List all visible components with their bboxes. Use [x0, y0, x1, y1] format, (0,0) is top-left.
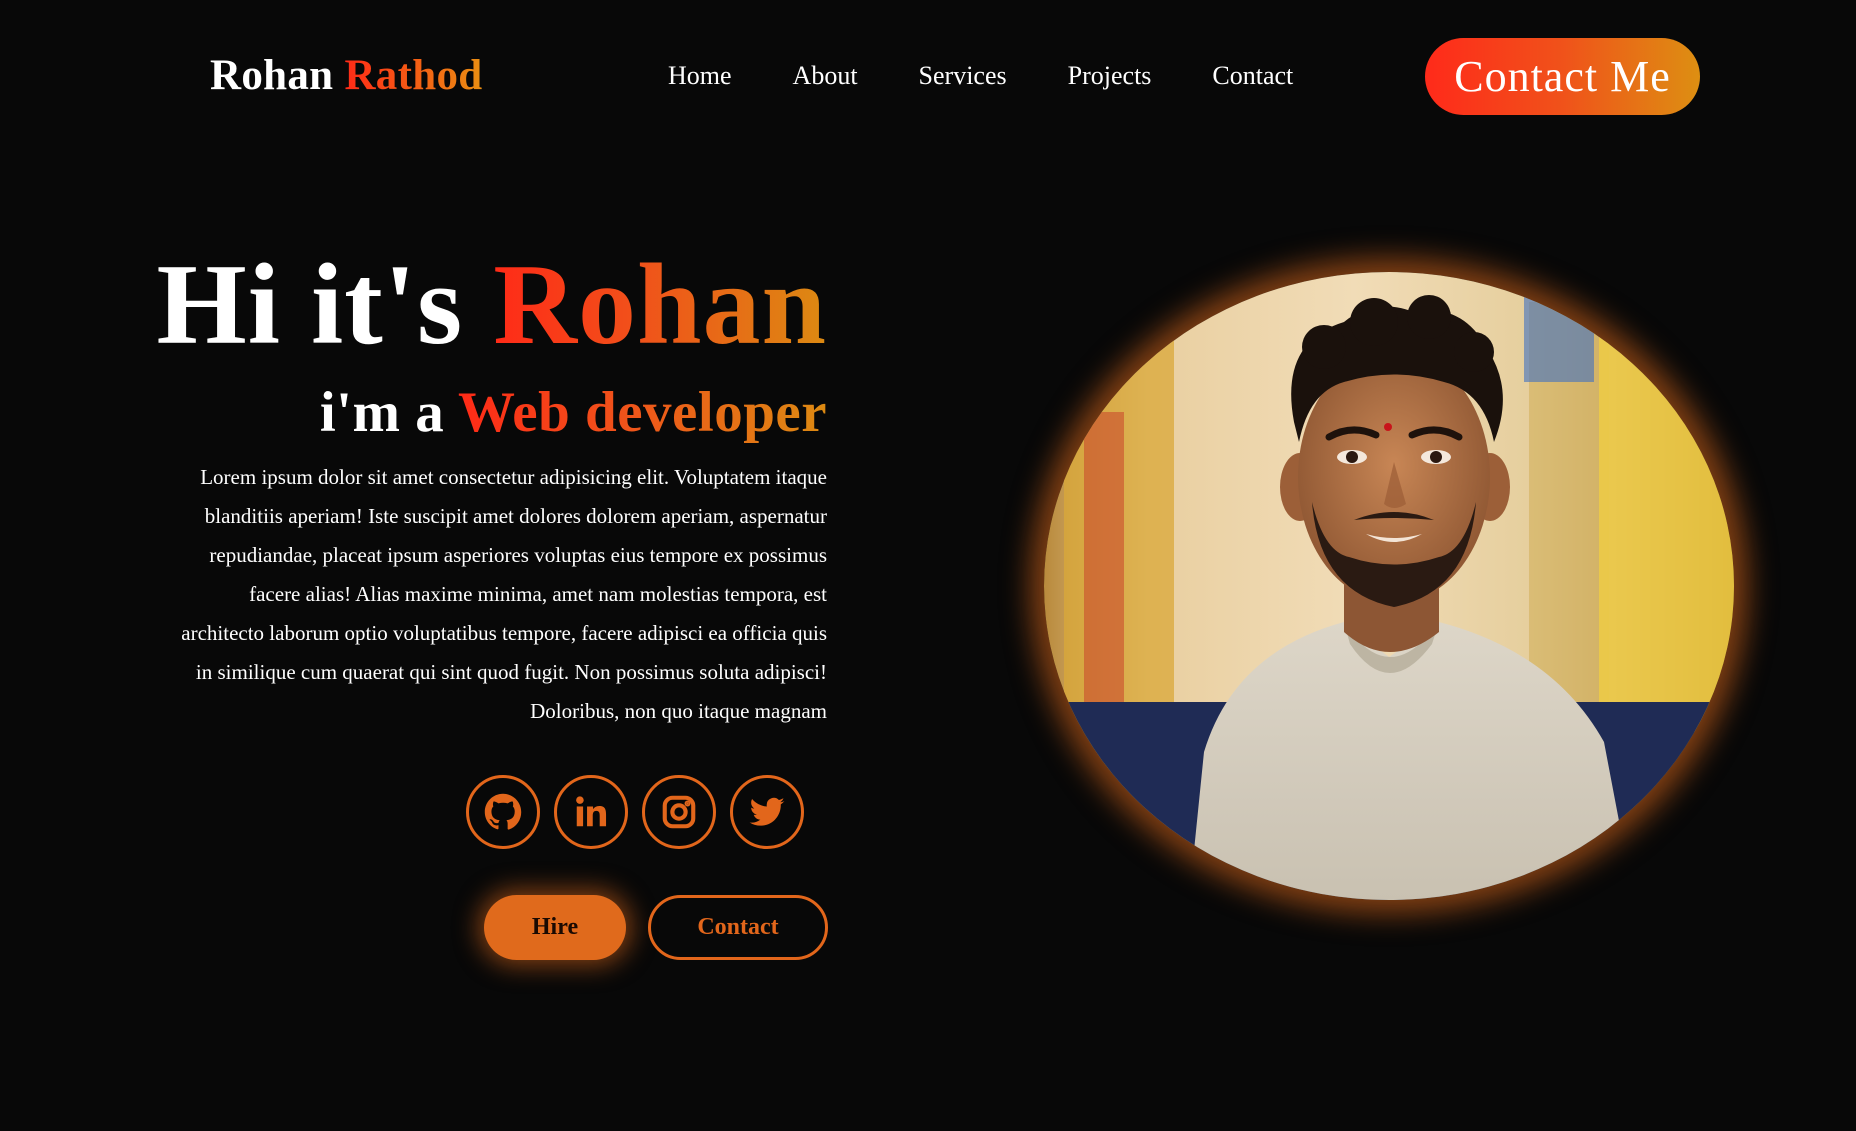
nav-contact-link[interactable]: Contact	[1212, 58, 1293, 94]
hero-description: Lorem ipsum dolor sit amet consectetur a…	[181, 465, 827, 723]
nav-home-link[interactable]: Home	[668, 58, 732, 94]
linkedin-link[interactable]	[554, 775, 628, 849]
profile-photo	[1044, 272, 1734, 900]
logo-last-name: Rathod	[344, 52, 483, 99]
portfolio-page: Rohan Rathod Home About Services Project…	[0, 0, 1856, 1131]
site-logo[interactable]: Rohan Rathod	[210, 50, 482, 102]
logo-first-name: Rohan	[210, 52, 334, 99]
nav-services-link[interactable]: Services	[919, 58, 1007, 94]
hero-subtitle-role: Web developer	[457, 381, 827, 444]
hire-button[interactable]: Hire	[484, 895, 626, 960]
github-icon	[484, 793, 522, 831]
linkedin-icon	[572, 793, 610, 831]
hero-title-prefix: Hi it's	[156, 241, 464, 369]
nav-projects-link[interactable]: Projects	[1068, 58, 1152, 94]
twitter-link[interactable]	[730, 775, 804, 849]
twitter-icon	[748, 793, 786, 831]
contact-button[interactable]: Contact	[648, 895, 828, 960]
instagram-icon	[660, 793, 698, 831]
hero-title-name: Rohan	[493, 241, 827, 369]
instagram-link[interactable]	[642, 775, 716, 849]
main-nav: Home About Services Projects Contact	[668, 58, 1293, 94]
nav-about-link[interactable]: About	[793, 58, 858, 94]
hero-subtitle-prefix: i'm a	[319, 381, 445, 444]
profile-photo-image	[1044, 272, 1734, 900]
social-links	[466, 775, 804, 849]
github-link[interactable]	[466, 775, 540, 849]
contact-me-button[interactable]: Contact Me	[1425, 38, 1700, 115]
hero-subtitle: i'm a Web developer	[320, 378, 827, 448]
hero-title: Hi it's Rohan	[157, 240, 828, 370]
